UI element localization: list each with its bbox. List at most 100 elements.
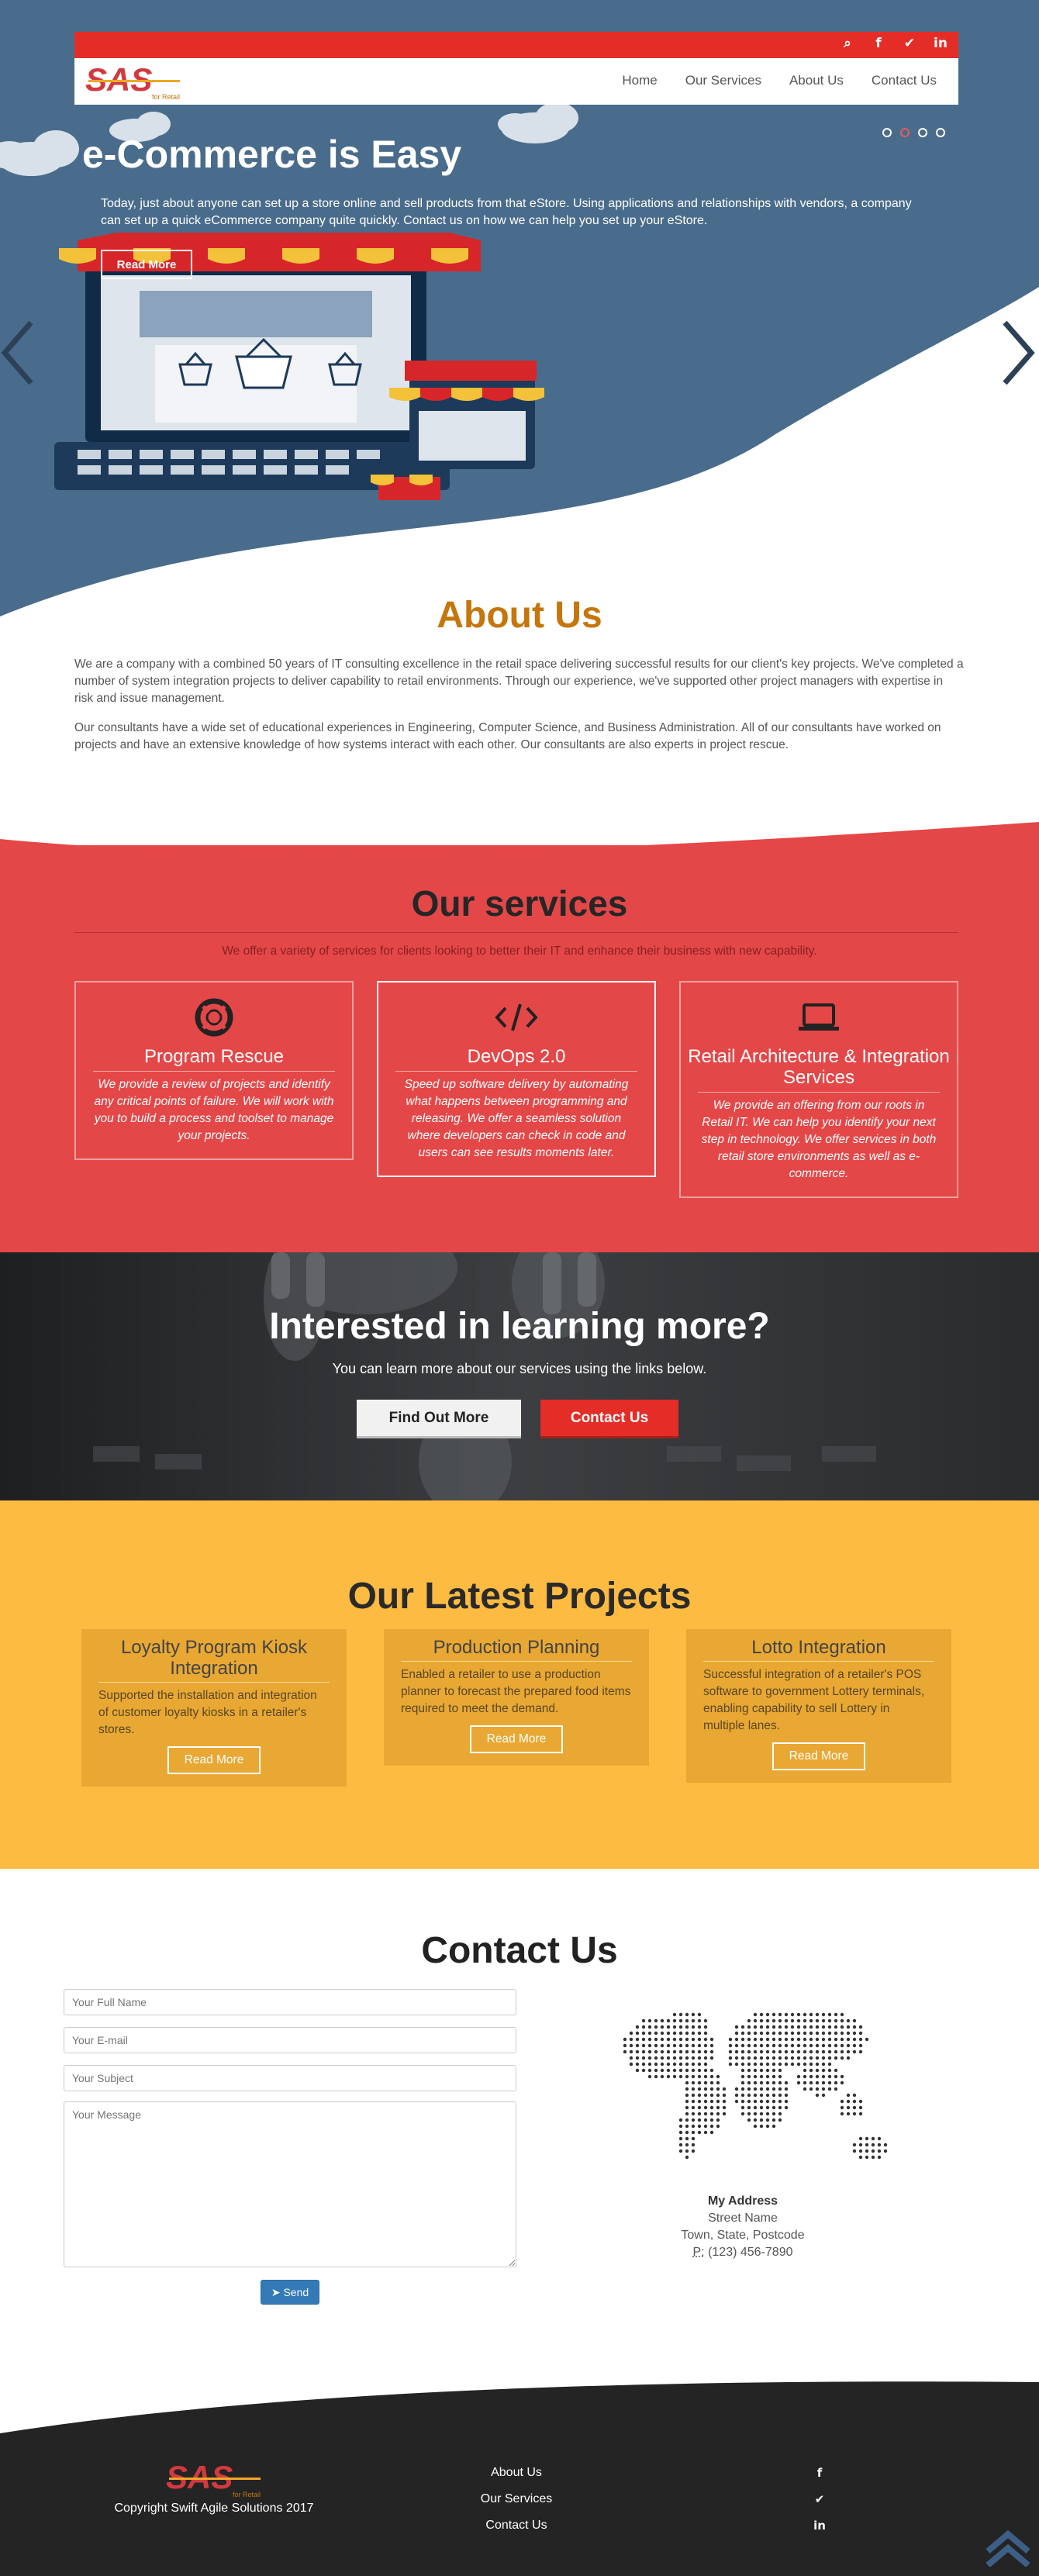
map-dot — [778, 2099, 782, 2104]
map-dot — [740, 2043, 745, 2048]
map-dot — [685, 2043, 689, 2048]
slider-dot[interactable] — [936, 128, 945, 137]
message-textarea[interactable] — [64, 2101, 516, 2267]
map-dot — [784, 2031, 789, 2036]
address-line-2: Town, State, Postcode — [681, 2229, 805, 2242]
sas-logo[interactable]: SAS for Retail — [84, 63, 185, 100]
footer-link-about-us[interactable]: About Us — [434, 2466, 599, 2480]
scroll-to-top-icon[interactable] — [983, 2528, 1033, 2567]
map-dot — [821, 2074, 826, 2079]
map-dot — [883, 2149, 888, 2153]
map-dot — [784, 2105, 789, 2110]
slider-dot[interactable] — [918, 128, 927, 137]
map-dot — [852, 2112, 857, 2116]
map-dot — [728, 2037, 733, 2042]
slider-prev-arrow-icon[interactable] — [0, 318, 36, 388]
footer: SAS for Retail Copyright Swift Agile Sol… — [0, 2357, 1039, 2576]
search-icon[interactable]: ⌕ — [841, 36, 854, 51]
map-dot — [803, 2080, 807, 2085]
email-input[interactable] — [64, 2027, 516, 2053]
map-dot — [796, 2018, 801, 2023]
map-dot — [747, 2093, 751, 2098]
map-dot — [709, 2049, 714, 2054]
map-dot — [641, 2043, 646, 2048]
map-dot — [771, 2025, 776, 2029]
map-dot — [728, 2062, 733, 2067]
map-dot — [641, 2025, 646, 2029]
map-dot — [803, 2062, 807, 2067]
footer-link-contact-us[interactable]: Contact Us — [434, 2519, 599, 2533]
map-dot — [722, 2087, 727, 2091]
nav-home[interactable]: Home — [622, 73, 657, 88]
map-dot — [654, 2018, 658, 2023]
slider-next-arrow-icon[interactable] — [1000, 318, 1036, 388]
map-dot — [827, 2037, 832, 2042]
nav-our-services[interactable]: Our Services — [685, 73, 761, 88]
map-dot — [703, 2093, 708, 2098]
map-dot — [834, 2037, 838, 2042]
nav-contact-us[interactable]: Contact Us — [872, 73, 937, 88]
facebook-icon[interactable]: f — [872, 36, 885, 51]
map-dot — [647, 2074, 652, 2079]
map-dot — [790, 2049, 795, 2054]
nav-about-us[interactable]: About Us — [789, 73, 844, 88]
map-dot — [716, 2124, 720, 2129]
map-dot — [697, 2043, 702, 2048]
map-dot — [753, 2105, 758, 2110]
social-icons: ⌕ f ✔ in — [841, 36, 948, 51]
map-dot — [697, 2118, 702, 2122]
hero-read-more-button[interactable]: Read More — [101, 250, 192, 279]
map-dot — [815, 2049, 820, 2054]
facebook-icon[interactable]: f — [810, 2466, 829, 2480]
map-dot — [858, 2143, 863, 2147]
map-dot — [821, 2087, 826, 2091]
map-dot — [678, 2012, 683, 2017]
slider-dot-active[interactable] — [900, 128, 910, 137]
twitter-icon[interactable]: ✔ — [903, 36, 916, 51]
map-dot — [666, 2025, 671, 2029]
map-dot — [709, 2068, 714, 2073]
life-ring-icon — [195, 998, 233, 1037]
map-dot — [771, 2056, 776, 2060]
map-dot — [678, 2130, 683, 2135]
map-dot — [759, 2012, 764, 2017]
linkedin-icon[interactable]: in — [810, 2519, 829, 2533]
full-name-input[interactable] — [64, 1989, 516, 2015]
map-dot — [747, 2068, 751, 2073]
map-dot — [821, 2012, 826, 2017]
map-dot — [629, 2037, 633, 2042]
project-read-more-button[interactable]: Read More — [167, 1746, 261, 1774]
map-dot — [778, 2031, 782, 2036]
map-dot — [691, 2018, 696, 2023]
map-dot — [803, 2068, 807, 2073]
map-dot — [852, 2037, 857, 2042]
map-dot — [672, 2037, 677, 2042]
map-dot — [778, 2056, 782, 2060]
map-dot — [815, 2031, 820, 2036]
send-button[interactable]: ➤ Send — [261, 2280, 319, 2305]
slider-dot[interactable] — [882, 128, 892, 137]
map-dot — [716, 2105, 720, 2110]
map-dot — [685, 2080, 689, 2085]
map-dot — [734, 2099, 739, 2104]
project-read-more-button[interactable]: Read More — [470, 1725, 563, 1753]
contact-us-button[interactable]: Contact Us — [540, 1400, 678, 1438]
map-dot — [647, 2025, 652, 2029]
map-dot — [654, 2056, 658, 2060]
map-dot — [678, 2056, 683, 2060]
map-dot — [709, 2105, 714, 2110]
map-dot — [846, 2112, 851, 2116]
map-dot — [678, 2018, 683, 2023]
twitter-icon[interactable]: ✔ — [810, 2492, 829, 2506]
map-dot — [858, 2025, 863, 2029]
map-dot — [697, 2062, 702, 2067]
footer-logo[interactable]: SAS for Retail — [164, 2460, 265, 2498]
footer-link-our-services[interactable]: Our Services — [434, 2492, 599, 2506]
linkedin-icon[interactable]: in — [934, 36, 948, 51]
map-dot — [809, 2068, 813, 2073]
map-dot — [709, 2093, 714, 2098]
map-dot — [697, 2056, 702, 2060]
subject-input[interactable] — [64, 2065, 516, 2091]
find-out-more-button[interactable]: Find Out More — [357, 1400, 521, 1438]
project-read-more-button[interactable]: Read More — [772, 1742, 865, 1770]
